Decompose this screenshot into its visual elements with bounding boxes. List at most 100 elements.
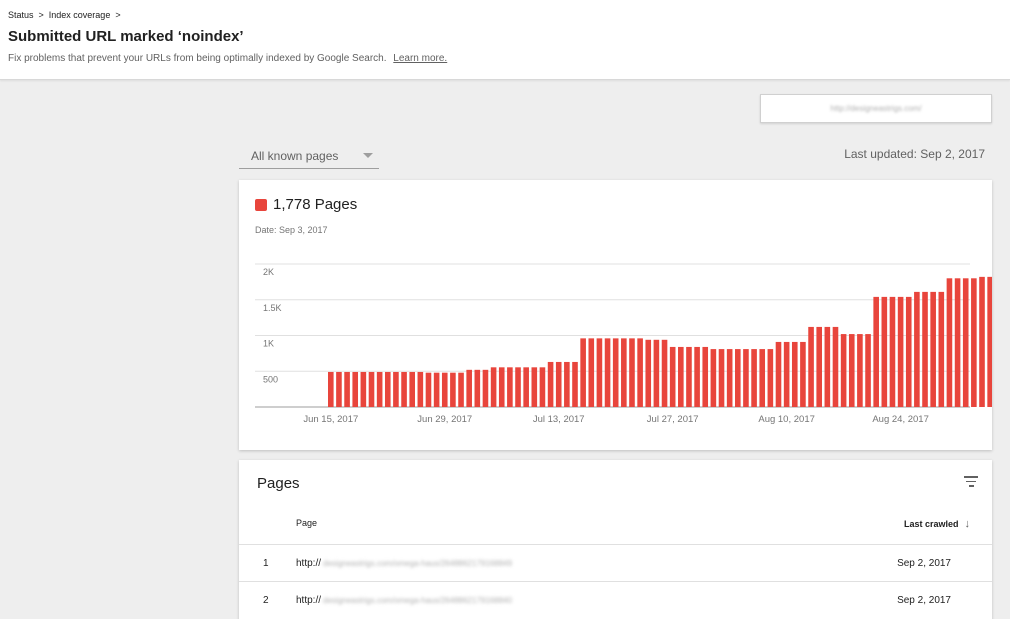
chart-bar[interactable]	[531, 367, 538, 407]
chart-bar[interactable]	[450, 372, 456, 407]
breadcrumb-separator: >	[38, 10, 44, 20]
chart-bar[interactable]	[433, 372, 440, 407]
chart-bar[interactable]	[946, 278, 953, 407]
pages-filter-dropdown[interactable]: All known pages	[239, 143, 379, 169]
chart-bar[interactable]	[824, 326, 831, 407]
chart-bar[interactable]	[507, 367, 513, 407]
chart-bar[interactable]	[678, 346, 684, 407]
legend-swatch	[255, 198, 267, 211]
chart-bar[interactable]	[767, 349, 774, 407]
row-url[interactable]: http:// designeastrigs.com/omega-haus/26…	[296, 595, 512, 606]
page-title: Submitted URL marked ‘noindex’	[8, 28, 244, 45]
chart-bar[interactable]	[588, 338, 595, 407]
chart-bar[interactable]	[873, 296, 879, 407]
chart-bar[interactable]	[889, 296, 896, 407]
table-row[interactable]: 2 http:// designeastrigs.com/omega-haus/…	[239, 581, 992, 618]
chart-bar[interactable]	[808, 326, 814, 407]
chart-bar[interactable]	[840, 334, 847, 407]
property-selector[interactable]: http://designeastrigs.com/	[760, 94, 992, 123]
chart-bar[interactable]	[865, 334, 871, 407]
chart-bar[interactable]	[336, 371, 342, 407]
table-row[interactable]: 1 http:// designeastrigs.com/omega-haus/…	[239, 544, 992, 581]
column-header-last-crawled[interactable]: Last crawled ↓	[904, 518, 970, 530]
chart-bar[interactable]	[857, 334, 863, 407]
chart-bar[interactable]	[417, 371, 424, 407]
chart-bar[interactable]	[645, 339, 652, 407]
chart-bar[interactable]	[759, 349, 766, 407]
chart-bar[interactable]	[498, 367, 505, 407]
chart-bar[interactable]	[547, 361, 554, 407]
chart-bar[interactable]	[938, 291, 945, 407]
chart-bar[interactable]	[816, 326, 822, 407]
chart-bar[interactable]	[360, 371, 367, 407]
chart-bar[interactable]	[458, 372, 464, 407]
chart-bar[interactable]	[971, 278, 977, 407]
chart-bar[interactable]	[384, 371, 391, 407]
chart-bar[interactable]	[930, 291, 936, 407]
chart-bar[interactable]	[564, 361, 570, 407]
chart-bar[interactable]	[791, 341, 798, 407]
chart-bar[interactable]	[653, 339, 660, 407]
chart-bar[interactable]	[409, 371, 415, 407]
learn-more-link[interactable]: Learn more.	[393, 53, 447, 64]
chart-bar[interactable]	[751, 349, 757, 407]
chart-bar[interactable]	[612, 338, 619, 407]
chart-bar[interactable]	[897, 296, 904, 407]
chart-bar[interactable]	[800, 341, 806, 407]
chart-bar[interactable]	[425, 372, 432, 407]
chart-bar[interactable]	[352, 371, 359, 407]
chart-bar[interactable]	[523, 367, 529, 407]
chart-bar[interactable]	[344, 371, 350, 407]
chart-bar[interactable]	[710, 349, 717, 407]
chart-bar[interactable]	[401, 371, 407, 407]
chart-bar[interactable]	[482, 369, 489, 407]
x-tick-label: Jun 29, 2017	[417, 414, 472, 425]
chart-bar[interactable]	[621, 338, 627, 407]
chart-bar[interactable]	[669, 346, 676, 407]
chart-bar[interactable]	[881, 296, 888, 407]
chart-bar[interactable]	[726, 349, 733, 407]
chart-bar[interactable]	[555, 361, 562, 407]
chart-bar[interactable]	[905, 296, 912, 407]
chart-bar[interactable]	[661, 339, 668, 407]
chart-bar[interactable]	[743, 349, 749, 407]
chart-legend[interactable]: 1,778 Pages	[255, 196, 357, 213]
chart-bar[interactable]	[515, 367, 521, 407]
chart-bar[interactable]	[718, 349, 725, 407]
chart-bar[interactable]	[580, 338, 586, 407]
chart-bar[interactable]	[922, 291, 928, 407]
chart-bar[interactable]	[637, 338, 643, 407]
chart-bar[interactable]	[832, 326, 839, 407]
chart-bar[interactable]	[775, 341, 782, 407]
chart-bar[interactable]	[629, 338, 635, 407]
chart-bar[interactable]	[987, 276, 992, 407]
chart-bar[interactable]	[735, 349, 741, 407]
column-header-page[interactable]: Page	[296, 518, 317, 528]
chart-bar[interactable]	[474, 369, 481, 407]
chart-bar[interactable]	[914, 291, 920, 407]
chart-bar[interactable]	[694, 346, 700, 407]
chart-bar[interactable]	[979, 276, 985, 407]
chart-bar[interactable]	[466, 369, 472, 407]
breadcrumb-index-coverage[interactable]: Index coverage	[49, 10, 111, 20]
chart-bar[interactable]	[962, 278, 969, 407]
chart-bar[interactable]	[604, 338, 611, 407]
chart-bar[interactable]	[783, 341, 790, 407]
pages-filter-value: All known pages	[251, 148, 339, 163]
chart-bar[interactable]	[596, 338, 603, 407]
chart-bar[interactable]	[702, 346, 709, 407]
chart-bar[interactable]	[572, 361, 578, 407]
chart-bar[interactable]	[954, 278, 961, 407]
row-url[interactable]: http:// designeastrigs.com/omega-haus/26…	[296, 558, 512, 569]
chart-bar[interactable]	[539, 367, 546, 407]
chart-bar[interactable]	[848, 334, 855, 407]
chart-bar[interactable]	[441, 372, 448, 407]
chart-bar[interactable]	[393, 371, 399, 407]
chart-bar[interactable]	[328, 371, 334, 407]
chart-bar[interactable]	[376, 371, 383, 407]
breadcrumb-status[interactable]: Status	[8, 10, 34, 20]
chart-bar[interactable]	[490, 367, 497, 407]
filter-list-icon[interactable]	[964, 476, 978, 488]
chart-bar[interactable]	[686, 346, 692, 407]
chart-bar[interactable]	[368, 371, 375, 407]
